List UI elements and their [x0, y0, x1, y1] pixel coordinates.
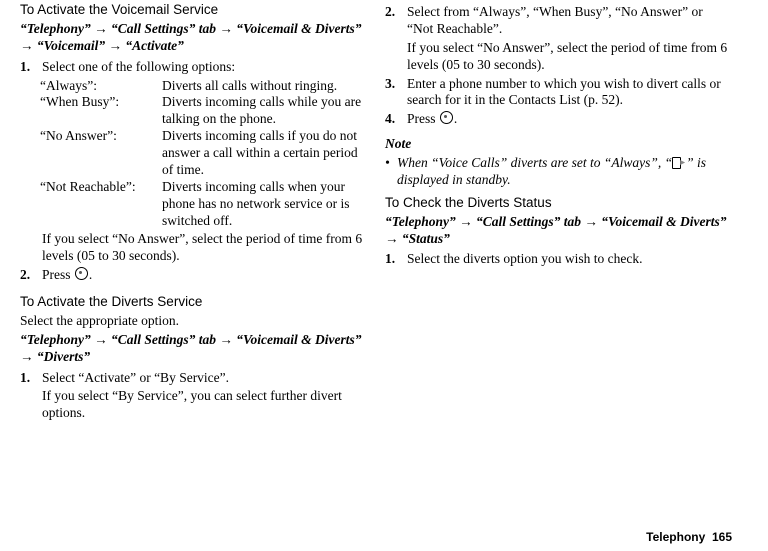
option-no-answer: “No Answer”: Diverts incoming calls if y… [40, 128, 367, 179]
press-text-after: . [89, 267, 92, 282]
option-key: “Always”: [40, 78, 162, 95]
diverts-step-4: 4. Press . [385, 111, 732, 128]
step-number: 1. [385, 251, 407, 268]
option-value: Diverts incoming calls if you do not ans… [162, 128, 367, 179]
diverts-step1-note: If you select “By Service”, you can sele… [42, 388, 367, 422]
option-always: “Always”: Diverts all calls without ring… [40, 78, 367, 95]
footer-section-label: Telephony [646, 530, 705, 544]
section-title-activate-voicemail: To Activate the Voicemail Service [20, 2, 367, 19]
bullet-dot: • [385, 155, 397, 189]
section-title-activate-diverts: To Activate the Diverts Service [20, 294, 367, 311]
step-text: Select one of the following options: [42, 59, 367, 76]
diverts-step2-note: If you select “No Answer”, select the pe… [407, 40, 732, 74]
voicemail-options-table: “Always”: Diverts all calls without ring… [40, 78, 367, 230]
center-key-icon [75, 267, 88, 280]
section-title-check-status: To Check the Diverts Status [385, 195, 732, 212]
center-key-icon [440, 111, 453, 124]
step-text: Select the diverts option you wish to ch… [407, 251, 732, 268]
status-step-1: 1. Select the diverts option you wish to… [385, 251, 732, 268]
page-content: To Activate the Voicemail Service “Telep… [0, 0, 768, 424]
note-heading: Note [385, 136, 732, 153]
diverts-step-2: 2. Select from “Always”, “When Busy”, “N… [385, 4, 732, 38]
step-text: Press . [42, 267, 367, 284]
option-value: Diverts all calls without ringing. [162, 78, 367, 95]
option-key: “Not Reachable”: [40, 179, 162, 230]
option-value: Diverts incoming calls when your phone h… [162, 179, 367, 230]
page-footer: Telephony 165 [646, 530, 732, 545]
standby-divert-icon [672, 157, 686, 168]
step-number: 2. [20, 267, 42, 284]
nav-path-diverts: “Telephony” → “Call Settings” tab → “Voi… [20, 332, 367, 366]
option-value: Diverts incoming calls while you are tal… [162, 94, 367, 128]
diverts-step-3: 3. Enter a phone number to which you wis… [385, 76, 732, 110]
diverts-step-1: 1. Select “Activate” or “By Service”. [20, 370, 367, 387]
option-not-reachable: “Not Reachable”: Diverts incoming calls … [40, 179, 367, 230]
left-column: To Activate the Voicemail Service “Telep… [20, 2, 367, 424]
note-text: When “Voice Calls” diverts are set to “A… [397, 155, 732, 189]
step-text: Select “Activate” or “By Service”. [42, 370, 367, 387]
step-text: Select from “Always”, “When Busy”, “No A… [407, 4, 732, 38]
step-number: 2. [385, 4, 407, 38]
step-number: 1. [20, 59, 42, 76]
step-text: Press . [407, 111, 732, 128]
step-number: 3. [385, 76, 407, 110]
voicemail-step1-note: If you select “No Answer”, select the pe… [42, 231, 367, 265]
diverts-pretext: Select the appropriate option. [20, 313, 367, 330]
right-column: 2. Select from “Always”, “When Busy”, “N… [385, 2, 732, 424]
note-text-before: When “Voice Calls” diverts are set to “A… [397, 155, 672, 170]
voicemail-step-2: 2. Press . [20, 267, 367, 284]
step-number: 1. [20, 370, 42, 387]
press-text-after: . [454, 111, 457, 126]
nav-path-voicemail: “Telephony” → “Call Settings” tab → “Voi… [20, 21, 367, 55]
press-text-before: Press [407, 111, 439, 126]
footer-page-number: 165 [712, 530, 732, 544]
press-text-before: Press [42, 267, 74, 282]
step-number: 4. [385, 111, 407, 128]
note-bullet: • When “Voice Calls” diverts are set to … [385, 155, 732, 189]
option-key: “No Answer”: [40, 128, 162, 179]
voicemail-step-1: 1. Select one of the following options: [20, 59, 367, 76]
step-text: Enter a phone number to which you wish t… [407, 76, 732, 110]
option-when-busy: “When Busy”: Diverts incoming calls whil… [40, 94, 367, 128]
nav-path-status: “Telephony” → “Call Settings” tab → “Voi… [385, 214, 732, 248]
option-key: “When Busy”: [40, 94, 162, 128]
